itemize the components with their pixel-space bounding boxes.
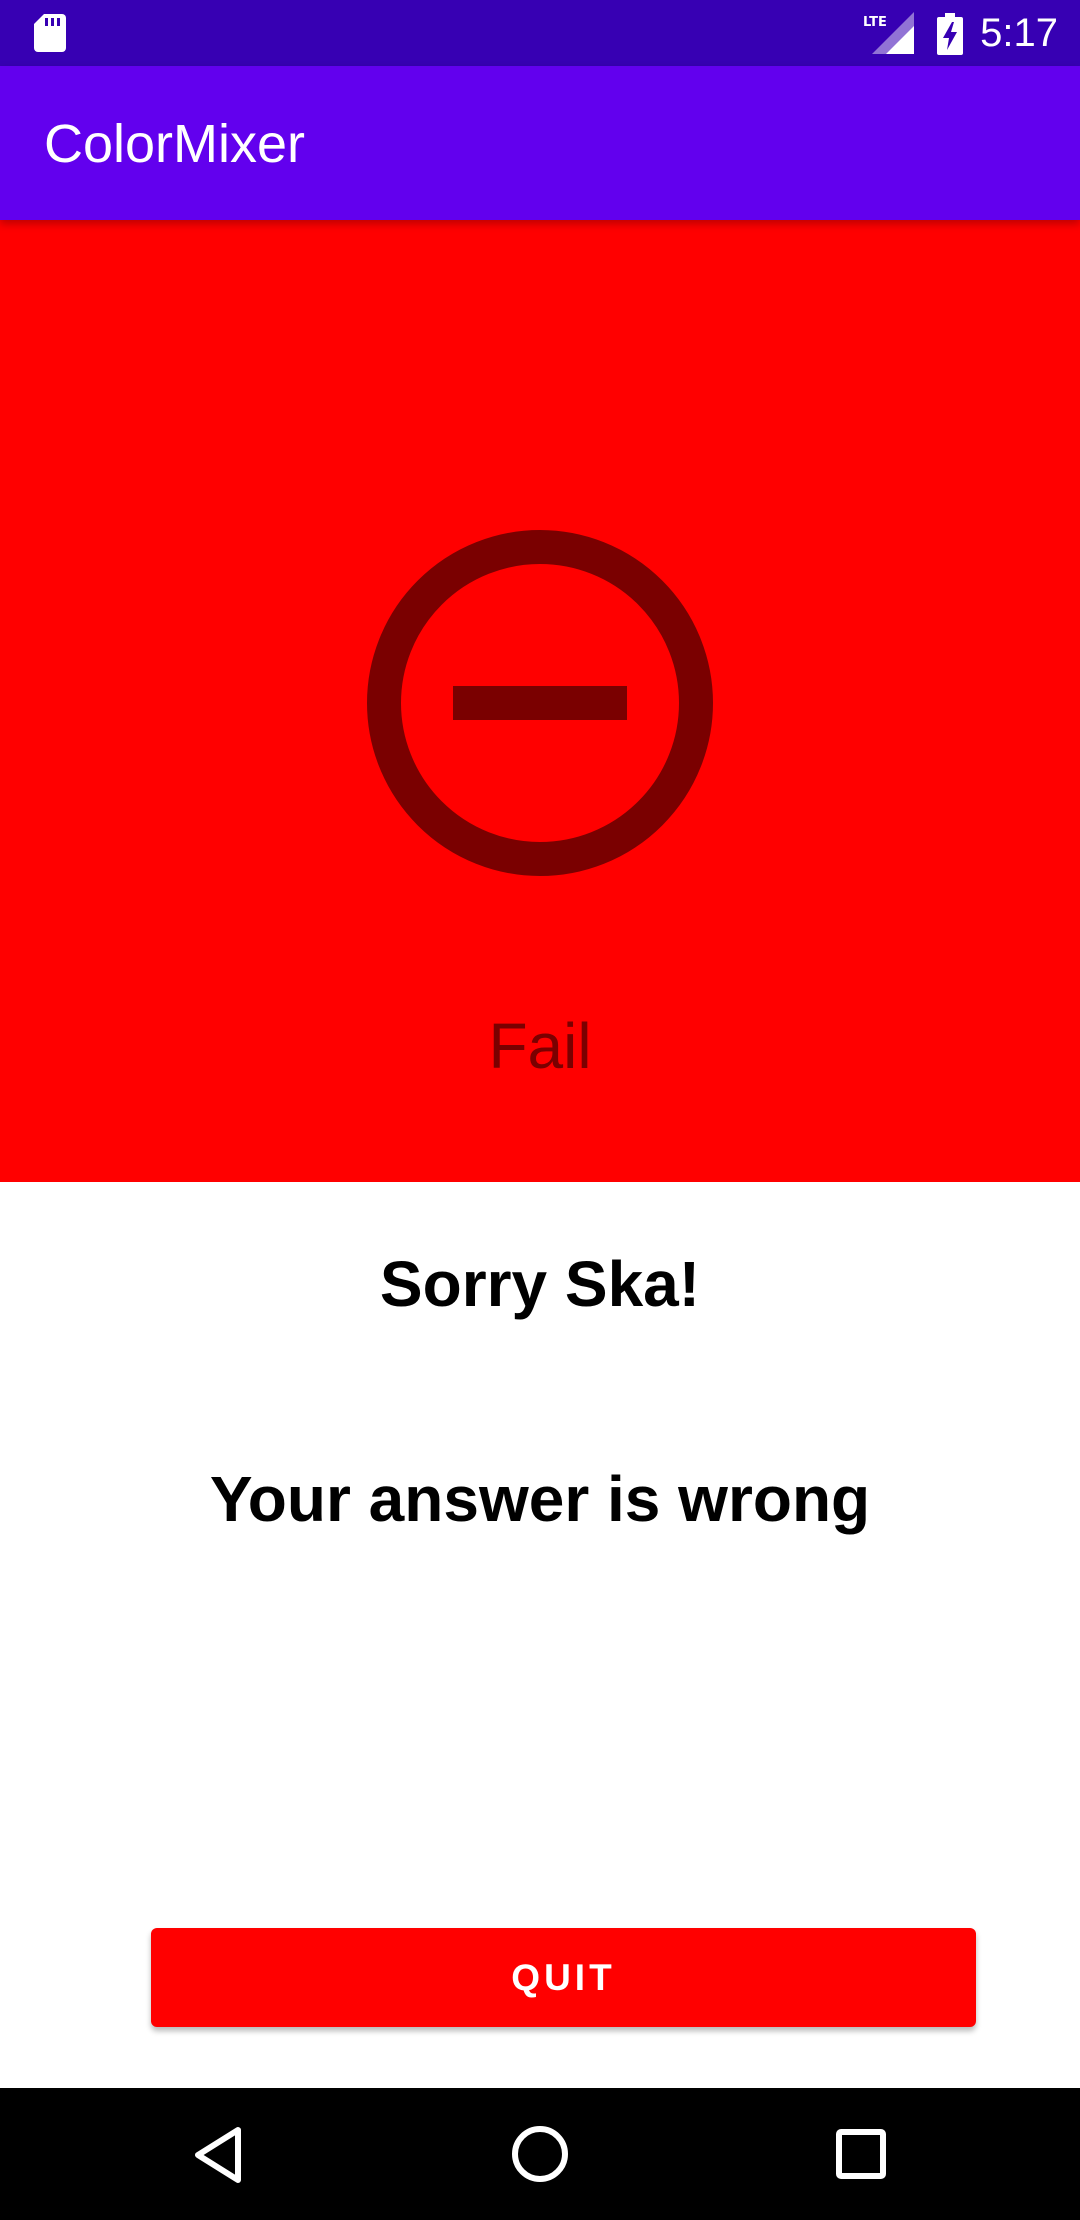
fail-label: Fail — [488, 1010, 592, 1082]
recents-icon[interactable] — [832, 2125, 890, 2183]
app-bar: ColorMixer — [0, 66, 1080, 220]
result-message: Your answer is wrong — [209, 1463, 871, 1535]
quit-button[interactable]: QUIT — [151, 1928, 976, 2027]
app-title: ColorMixer — [44, 114, 306, 174]
fail-result-panel: Fail — [0, 220, 1080, 1182]
home-icon[interactable] — [509, 2123, 571, 2185]
battery-charging-icon — [937, 13, 963, 55]
back-icon[interactable] — [190, 2125, 250, 2185]
sd-card-icon — [34, 14, 66, 52]
lte-signal-icon: LTE — [863, 12, 914, 54]
greeting-text: Sorry Ska! — [379, 1248, 701, 1320]
status-bar: LTE 5:17 — [0, 0, 1080, 66]
network-type-label: LTE — [863, 15, 887, 30]
navigation-bar — [0, 2088, 1080, 2220]
fail-circle-minus-icon — [367, 530, 713, 876]
status-clock: 5:17 — [980, 11, 1058, 55]
